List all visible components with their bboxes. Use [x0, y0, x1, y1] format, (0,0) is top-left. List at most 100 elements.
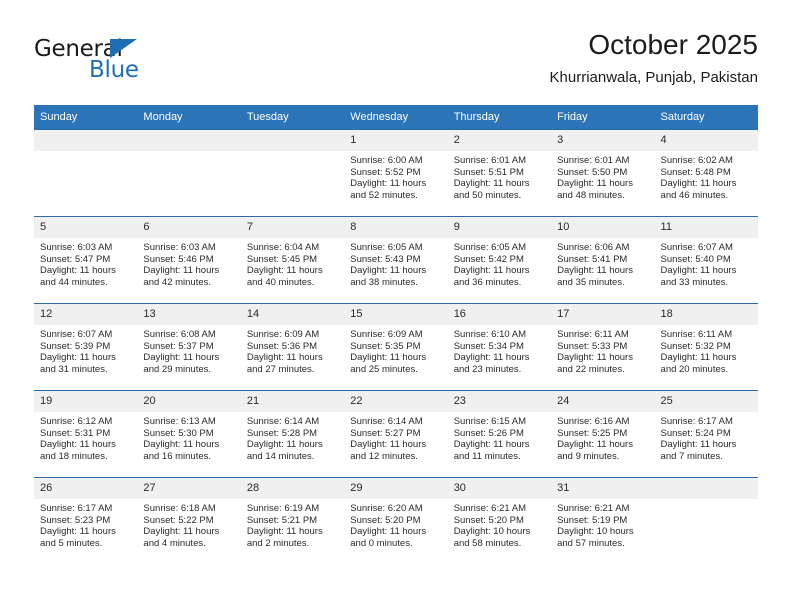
- calendar-day-cell[interactable]: 21 Sunrise: 6:14 AM Sunset: 5:28 PM Dayligh…: [240, 390, 345, 478]
- daylight-text: Daylight: 11 hours: [143, 265, 220, 277]
- sunset-text: Sunset: 5:30 PM: [143, 427, 214, 439]
- calendar-day-cell[interactable]: 2 Sunrise: 6:01 AM Sunset: 5:51 PM Daylight…: [447, 129, 552, 217]
- sunset-text: Sunset: 5:52 PM: [350, 166, 421, 178]
- sunset-text: Sunset: 5:27 PM: [350, 427, 421, 439]
- sunset-text: Sunset: 5:41 PM: [557, 253, 628, 265]
- daylight-text: Daylight: 11 hours: [660, 178, 737, 190]
- calendar-day-cell[interactable]: 30 Sunrise: 6:21 AM Sunset: 5:20 PM Dayligh…: [447, 477, 552, 564]
- daylight-text: Daylight: 11 hours: [660, 439, 737, 451]
- sunset-text: Sunset: 5:20 PM: [350, 514, 421, 526]
- weekday-header-cell: Monday: [137, 105, 241, 130]
- page-title: October 2025: [588, 29, 758, 60]
- sunset-text: Sunset: 5:39 PM: [40, 340, 111, 352]
- calendar-day-cell[interactable]: 13 Sunrise: 6:08 AM Sunset: 5:37 PM Dayligh…: [137, 303, 241, 391]
- day-details: Sunrise: 6:21 AM Sunset: 5:20 PM Daylight:…: [448, 499, 551, 550]
- calendar-day-cell[interactable]: 20 Sunrise: 6:13 AM Sunset: 5:30 PM Dayligh…: [137, 390, 241, 478]
- calendar-day-cell[interactable]: 7 Sunrise: 6:04 AM Sunset: 5:45 PM Daylight…: [240, 216, 345, 304]
- calendar-day-cell[interactable]: 4 Sunrise: 6:02 AM Sunset: 5:48 PM Daylight…: [654, 129, 758, 217]
- daylight-text: Daylight: 11 hours: [143, 526, 220, 538]
- sunset-text: Sunset: 5:22 PM: [143, 514, 214, 526]
- daylight-text-cont: and 12 minutes.: [350, 451, 418, 463]
- day-details: [655, 499, 758, 503]
- sunset-text: Sunset: 5:35 PM: [350, 340, 421, 352]
- calendar-day-cell[interactable]: 16 Sunrise: 6:10 AM Sunset: 5:34 PM Dayligh…: [447, 303, 552, 391]
- calendar-day-cell[interactable]: 6 Sunrise: 6:03 AM Sunset: 5:46 PM Daylight…: [137, 216, 241, 304]
- calendar-day-cell[interactable]: 22 Sunrise: 6:14 AM Sunset: 5:27 PM Dayligh…: [344, 390, 448, 478]
- calendar-week-row: 26 Sunrise: 6:17 AM Sunset: 5:23 PM Dayligh…: [34, 477, 758, 564]
- sunrise-text: Sunrise: 6:19 AM: [246, 503, 320, 514]
- calendar-day-cell[interactable]: 25 Sunrise: 6:17 AM Sunset: 5:24 PM Dayligh…: [654, 390, 758, 478]
- sunset-text: Sunset: 5:26 PM: [453, 427, 524, 439]
- calendar-day-cell[interactable]: 10 Sunrise: 6:06 AM Sunset: 5:41 PM Dayligh…: [551, 216, 655, 304]
- weekday-header-cell: Thursday: [447, 105, 552, 130]
- day-number: 15: [344, 304, 448, 325]
- day-number: 4: [654, 130, 758, 151]
- daylight-text: Daylight: 11 hours: [453, 439, 530, 451]
- day-details: Sunrise: 6:10 AM Sunset: 5:34 PM Daylight:…: [448, 325, 551, 376]
- calendar-header-row: Sunday Monday Tuesday Wednesday Thursday Frid…: [34, 105, 758, 130]
- calendar-day-cell[interactable]: 17 Sunrise: 6:11 AM Sunset: 5:33 PM Dayligh…: [551, 303, 655, 391]
- day-details: Sunrise: 6:01 AM Sunset: 5:51 PM Daylight:…: [448, 151, 551, 202]
- calendar-day-cell[interactable]: 12 Sunrise: 6:07 AM Sunset: 5:39 PM Dayligh…: [34, 303, 138, 391]
- calendar-day-cell[interactable]: 28 Sunrise: 6:19 AM Sunset: 5:21 PM Dayligh…: [240, 477, 345, 564]
- sunrise-text: Sunrise: 6:11 AM: [557, 329, 629, 340]
- sunrise-text: Sunrise: 6:04 AM: [246, 242, 320, 253]
- calendar-day-cell-empty: [137, 129, 241, 217]
- daylight-text: Daylight: 11 hours: [557, 265, 633, 277]
- day-number: 9: [447, 217, 552, 238]
- day-number: 30: [447, 478, 552, 499]
- daylight-text: Daylight: 11 hours: [246, 526, 323, 538]
- day-details: Sunrise: 6:15 AM Sunset: 5:26 PM Daylight:…: [448, 412, 551, 463]
- calendar-day-cell[interactable]: 15 Sunrise: 6:09 AM Sunset: 5:35 PM Dayligh…: [344, 303, 448, 391]
- calendar-day-cell[interactable]: 8 Sunrise: 6:05 AM Sunset: 5:43 PM Daylight…: [344, 216, 448, 304]
- calendar-day-cell[interactable]: 27 Sunrise: 6:18 AM Sunset: 5:22 PM Dayligh…: [137, 477, 241, 564]
- daylight-text: Daylight: 11 hours: [40, 352, 116, 364]
- daylight-text-cont: and 40 minutes.: [246, 277, 315, 289]
- sunset-text: Sunset: 5:37 PM: [143, 340, 214, 352]
- calendar-day-cell[interactable]: 31 Sunrise: 6:21 AM Sunset: 5:19 PM Dayligh…: [551, 477, 655, 564]
- day-number: 10: [551, 217, 655, 238]
- daylight-text-cont: and 50 minutes.: [453, 190, 522, 202]
- calendar-body: 1 Sunrise: 6:00 AM Sunset: 5:52 PM Daylight…: [34, 129, 758, 564]
- daylight-text-cont: and 4 minutes.: [143, 538, 206, 550]
- daylight-text: Daylight: 11 hours: [350, 352, 427, 364]
- day-details: Sunrise: 6:03 AM Sunset: 5:47 PM Daylight:…: [34, 238, 137, 289]
- calendar-page: General Blue October 2025 Khurrianwala, …: [0, 0, 792, 612]
- calendar-day-cell[interactable]: 5 Sunrise: 6:03 AM Sunset: 5:47 PM Daylight…: [34, 216, 138, 304]
- daylight-text-cont: and 57 minutes.: [557, 538, 625, 550]
- sunrise-text: Sunrise: 6:08 AM: [143, 329, 216, 340]
- daylight-text-cont: and 35 minutes.: [557, 277, 625, 289]
- calendar-day-cell[interactable]: 23 Sunrise: 6:15 AM Sunset: 5:26 PM Dayligh…: [447, 390, 552, 478]
- daylight-text-cont: and 33 minutes.: [660, 277, 729, 289]
- calendar-day-cell[interactable]: 14 Sunrise: 6:09 AM Sunset: 5:36 PM Dayligh…: [240, 303, 345, 391]
- calendar-day-cell[interactable]: 29 Sunrise: 6:20 AM Sunset: 5:20 PM Dayligh…: [344, 477, 448, 564]
- sunrise-text: Sunrise: 6:18 AM: [143, 503, 216, 514]
- page-header: General Blue October 2025 Khurrianwala, …: [34, 28, 758, 98]
- calendar-day-cell[interactable]: 9 Sunrise: 6:05 AM Sunset: 5:42 PM Daylight…: [447, 216, 552, 304]
- daylight-text-cont: and 22 minutes.: [557, 364, 625, 376]
- day-number: 31: [551, 478, 655, 499]
- calendar-day-cell[interactable]: 11 Sunrise: 6:07 AM Sunset: 5:40 PM Dayligh…: [654, 216, 758, 304]
- calendar-day-cell[interactable]: 18 Sunrise: 6:11 AM Sunset: 5:32 PM Dayligh…: [654, 303, 758, 391]
- daylight-text-cont: and 23 minutes.: [453, 364, 522, 376]
- daylight-text-cont: and 38 minutes.: [350, 277, 418, 289]
- daylight-text: Daylight: 11 hours: [350, 265, 427, 277]
- calendar-day-cell[interactable]: 3 Sunrise: 6:01 AM Sunset: 5:50 PM Daylight…: [551, 129, 655, 217]
- calendar-day-cell[interactable]: 24 Sunrise: 6:16 AM Sunset: 5:25 PM Dayligh…: [551, 390, 655, 478]
- day-details: Sunrise: 6:11 AM Sunset: 5:33 PM Daylight:…: [551, 325, 654, 376]
- calendar-day-cell[interactable]: 1 Sunrise: 6:00 AM Sunset: 5:52 PM Daylight…: [344, 129, 448, 217]
- day-details: Sunrise: 6:18 AM Sunset: 5:22 PM Daylight:…: [137, 499, 240, 550]
- day-details: Sunrise: 6:07 AM Sunset: 5:39 PM Daylight:…: [34, 325, 137, 376]
- sunrise-text: Sunrise: 6:16 AM: [557, 416, 630, 427]
- daylight-text-cont: and 16 minutes.: [143, 451, 212, 463]
- day-details: Sunrise: 6:00 AM Sunset: 5:52 PM Daylight:…: [344, 151, 447, 202]
- daylight-text-cont: and 31 minutes.: [40, 364, 108, 376]
- calendar-day-cell[interactable]: 26 Sunrise: 6:17 AM Sunset: 5:23 PM Dayligh…: [34, 477, 138, 564]
- calendar-day-cell[interactable]: 19 Sunrise: 6:12 AM Sunset: 5:31 PM Dayligh…: [34, 390, 138, 478]
- day-details: Sunrise: 6:19 AM Sunset: 5:21 PM Daylight:…: [241, 499, 344, 550]
- day-details: Sunrise: 6:07 AM Sunset: 5:40 PM Daylight:…: [655, 238, 758, 289]
- day-details: Sunrise: 6:12 AM Sunset: 5:31 PM Daylight:…: [34, 412, 137, 463]
- daylight-text: Daylight: 11 hours: [660, 352, 737, 364]
- sunrise-text: Sunrise: 6:07 AM: [40, 329, 113, 340]
- sunset-text: Sunset: 5:51 PM: [453, 166, 524, 178]
